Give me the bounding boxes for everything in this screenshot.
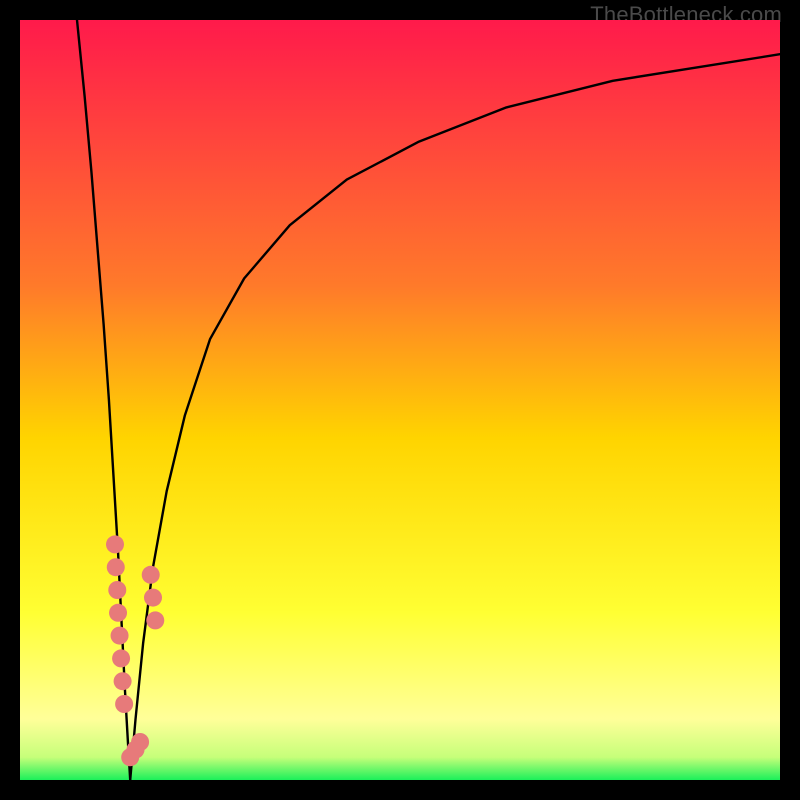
marker-point (131, 733, 149, 751)
marker-point (115, 695, 133, 713)
marker-point (142, 566, 160, 584)
marker-point (107, 558, 125, 576)
marker-point (109, 604, 127, 622)
marker-point (108, 581, 126, 599)
marker-point (112, 649, 130, 667)
gradient-background (20, 20, 780, 780)
chart-svg (20, 20, 780, 780)
marker-point (114, 672, 132, 690)
marker-point (106, 535, 124, 553)
marker-point (144, 589, 162, 607)
plot-area (20, 20, 780, 780)
marker-point (111, 627, 129, 645)
chart-frame: TheBottleneck.com (0, 0, 800, 800)
marker-point (146, 611, 164, 629)
